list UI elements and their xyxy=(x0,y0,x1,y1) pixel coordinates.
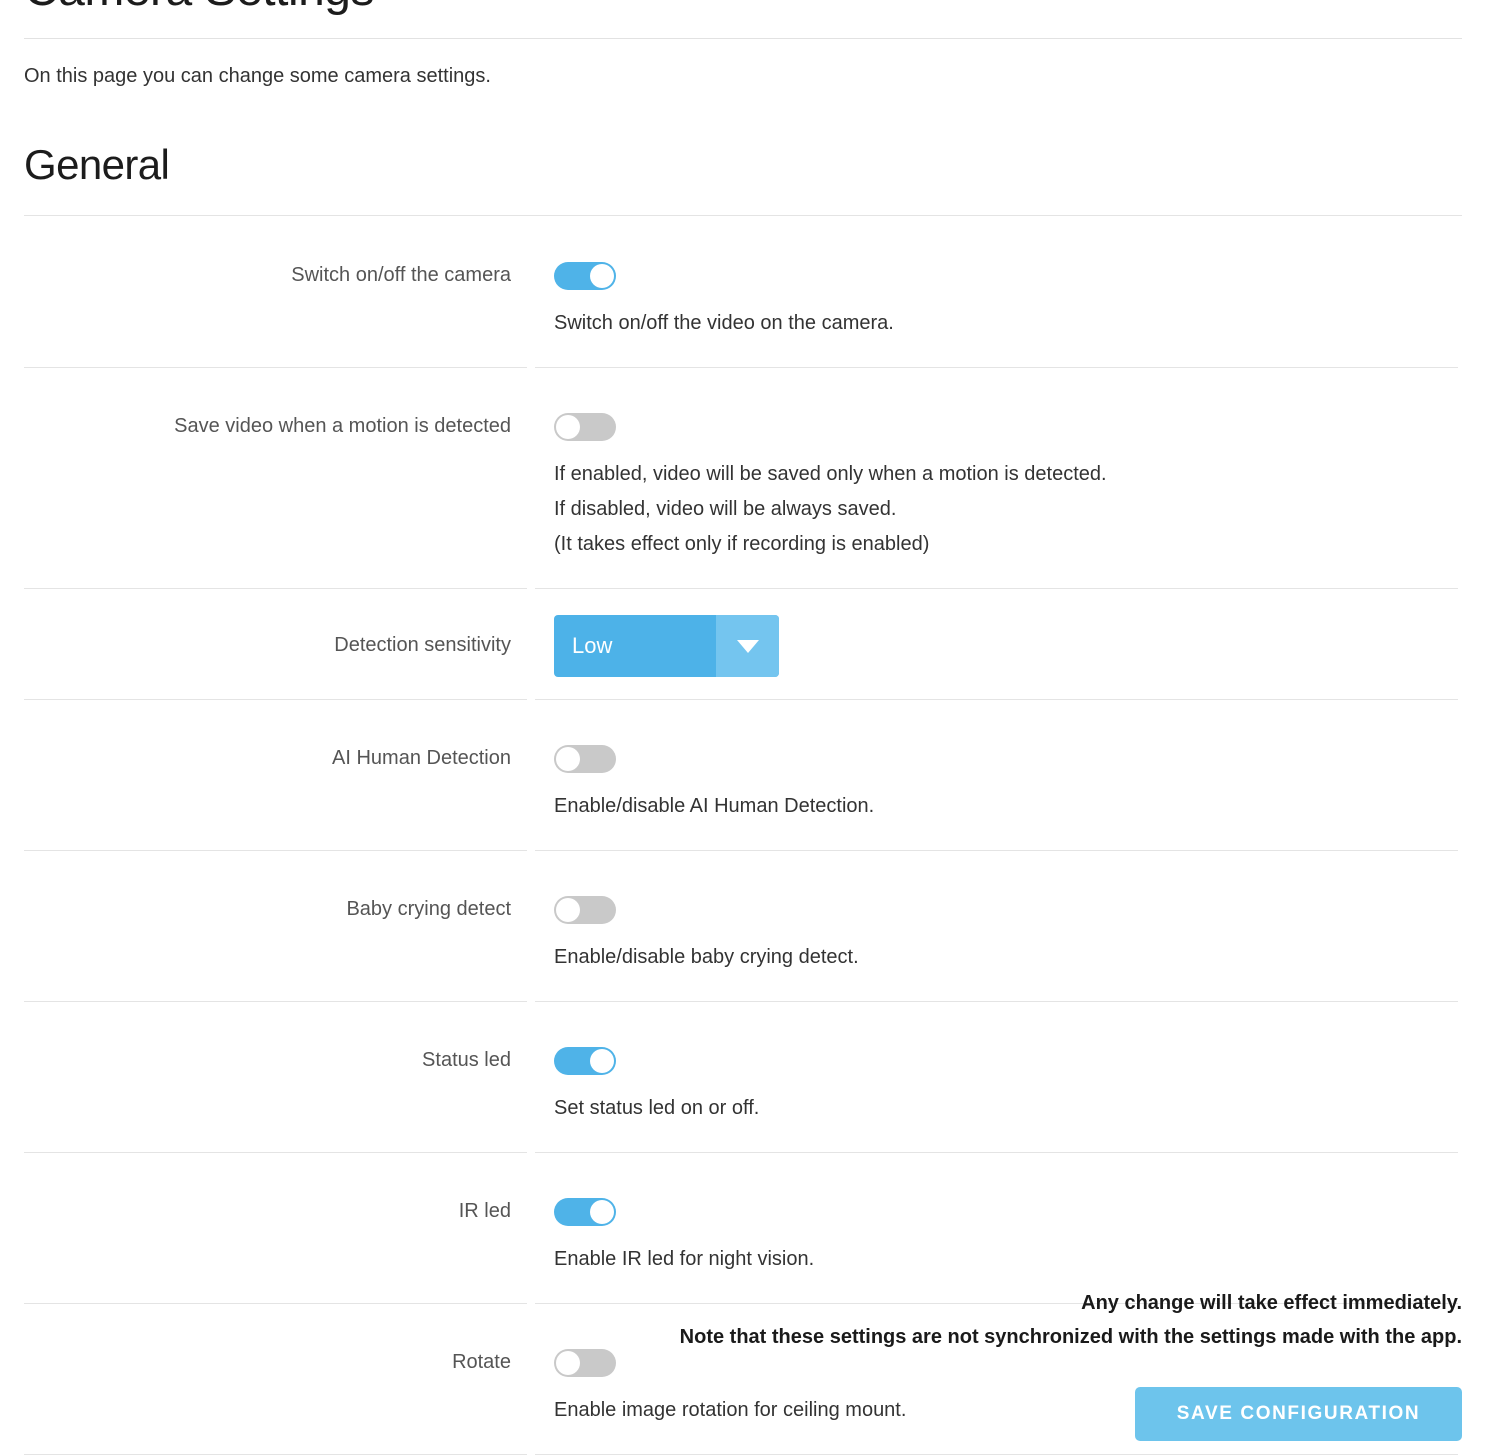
page-title: Camera Settings xyxy=(24,0,1462,18)
setting-row-ir-led: IR led Enable IR led for night vision. xyxy=(0,1152,1512,1303)
footer-note-line-2: Note that these settings are not synchro… xyxy=(679,1326,1462,1348)
description-line: If disabled, video will be always saved. xyxy=(554,498,897,520)
toggle-knob xyxy=(556,1351,580,1375)
setting-label: AI Human Detection xyxy=(332,747,511,769)
setting-description: If enabled, video will be saved only whe… xyxy=(554,457,1512,562)
setting-control: Enable/disable baby crying detect. xyxy=(511,850,1512,1001)
setting-description: Set status led on or off. xyxy=(554,1091,1512,1126)
setting-row-motion-save: Save video when a motion is detected If … xyxy=(0,367,1512,588)
toggle-motion-save[interactable] xyxy=(554,413,616,441)
save-configuration-button[interactable]: Save configuration xyxy=(1135,1387,1462,1441)
toggle-knob xyxy=(590,1049,614,1073)
setting-row-baby-crying-detect: Baby crying detect Enable/disable baby c… xyxy=(0,850,1512,1001)
description-line: Enable/disable baby crying detect. xyxy=(554,946,859,968)
setting-row-camera-switch: Switch on/off the camera Switch on/off t… xyxy=(0,216,1512,367)
toggle-knob xyxy=(556,415,580,439)
description-line: If enabled, video will be saved only whe… xyxy=(554,463,1107,485)
setting-description: Switch on/off the video on the camera. xyxy=(554,306,1512,341)
description-line: Enable IR led for night vision. xyxy=(554,1248,815,1270)
description-line: (It takes effect only if recording is en… xyxy=(554,533,930,555)
footer-note-line-1: Any change will take effect immediately. xyxy=(1081,1292,1462,1314)
setting-label: IR led xyxy=(458,1200,511,1222)
caret-glyph xyxy=(736,639,759,653)
title-divider xyxy=(24,38,1462,39)
page-title-container: Camera Settings xyxy=(24,0,1462,38)
toggle-baby-crying-detect[interactable] xyxy=(554,896,616,924)
description-line: Enable/disable AI Human Detection. xyxy=(554,795,875,817)
footer-note: Any change will take effect immediately.… xyxy=(24,1286,1462,1354)
setting-control: Switch on/off the video on the camera. xyxy=(511,216,1512,367)
setting-description: Enable/disable baby crying detect. xyxy=(554,940,1512,975)
setting-row-detection-sensitivity: Detection sensitivity Low xyxy=(0,588,1512,699)
description-line: Set status led on or off. xyxy=(554,1097,760,1119)
setting-label: Baby crying detect xyxy=(346,898,511,920)
chevron-down-icon[interactable] xyxy=(716,615,779,677)
setting-label: Switch on/off the camera xyxy=(291,264,511,286)
setting-control: Low xyxy=(511,588,1512,699)
select-detection-sensitivity[interactable]: Low xyxy=(554,615,779,677)
setting-control: Enable IR led for night vision. xyxy=(511,1152,1512,1303)
setting-row-status-led: Status led Set status led on or off. xyxy=(0,1001,1512,1152)
setting-control: Enable/disable AI Human Detection. xyxy=(511,699,1512,850)
toggle-knob xyxy=(556,747,580,771)
page-intro-text: On this page you can change some camera … xyxy=(24,65,491,87)
toggle-knob xyxy=(556,898,580,922)
select-value: Low xyxy=(572,633,613,658)
settings-list: Switch on/off the camera Switch on/off t… xyxy=(0,216,1512,1455)
section-heading-general: General xyxy=(24,141,170,188)
description-line: Switch on/off the video on the camera. xyxy=(554,312,894,334)
setting-label: Status led xyxy=(422,1049,511,1071)
toggle-camera-switch[interactable] xyxy=(554,262,616,290)
setting-control: If enabled, video will be saved only whe… xyxy=(511,367,1512,588)
setting-row-ai-human-detection: AI Human Detection Enable/disable AI Hum… xyxy=(0,699,1512,850)
setting-label: Detection sensitivity xyxy=(334,634,511,656)
toggle-knob xyxy=(590,264,614,288)
camera-settings-page: Camera Settings On this page you can cha… xyxy=(0,0,1512,1455)
setting-description: Enable/disable AI Human Detection. xyxy=(554,789,1512,824)
setting-description: Enable IR led for night vision. xyxy=(554,1242,1512,1277)
toggle-status-led[interactable] xyxy=(554,1047,616,1075)
toggle-ai-human-detection[interactable] xyxy=(554,745,616,773)
setting-label: Save video when a motion is detected xyxy=(174,415,511,437)
toggle-ir-led[interactable] xyxy=(554,1198,616,1226)
toggle-knob xyxy=(590,1200,614,1224)
setting-control: Set status led on or off. xyxy=(511,1001,1512,1152)
